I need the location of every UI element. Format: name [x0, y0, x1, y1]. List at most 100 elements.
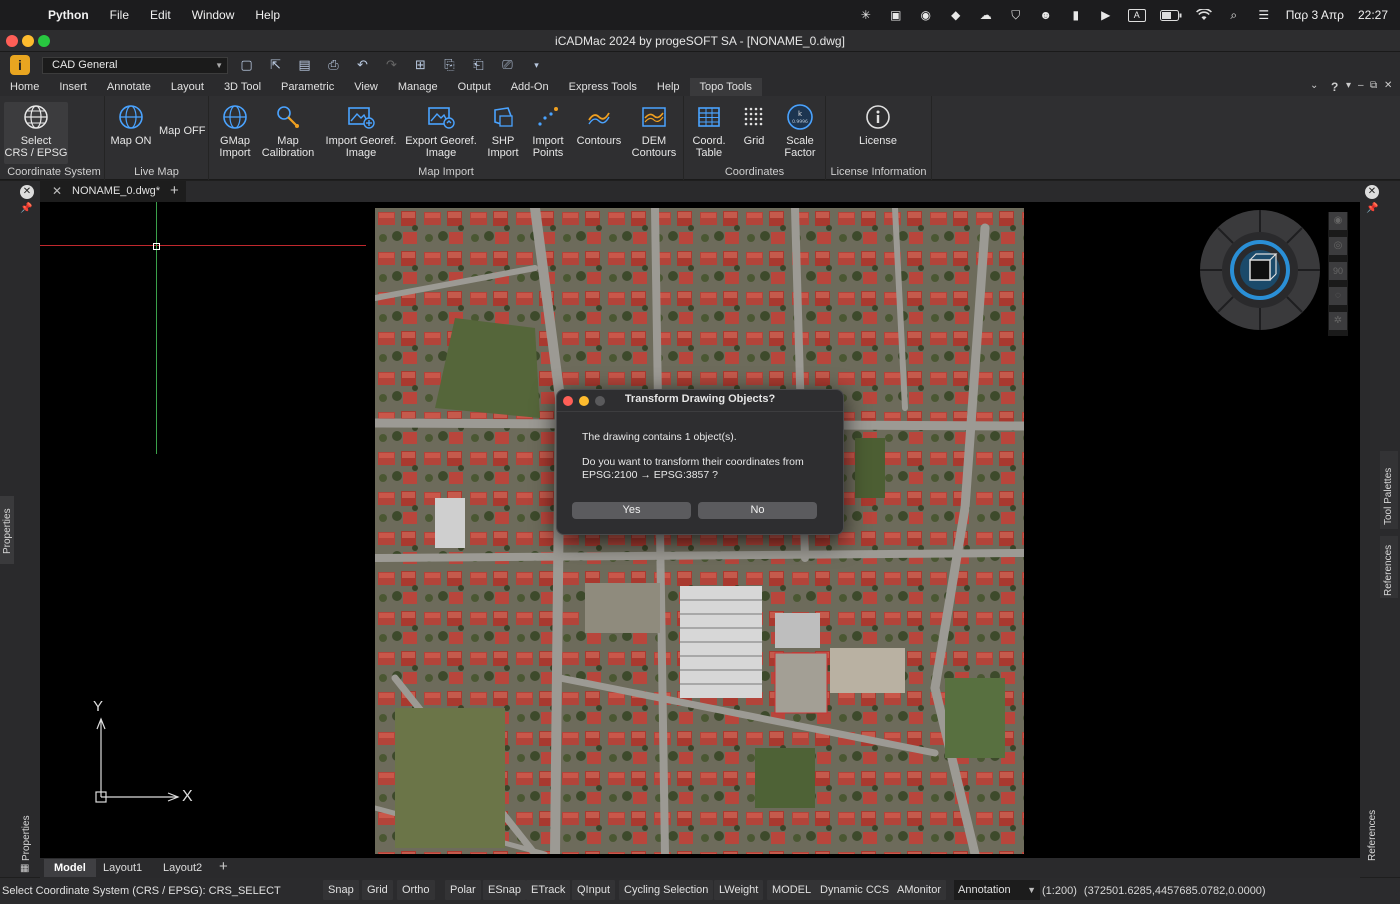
tab-insert[interactable]: Insert — [49, 78, 97, 96]
workspace-dropdown[interactable]: CAD General ▼ — [42, 57, 228, 74]
menu-app-name[interactable]: Python — [48, 8, 89, 22]
import-points-button[interactable]: Import Points — [527, 102, 569, 159]
yes-button[interactable]: Yes — [572, 502, 691, 519]
menubar-date[interactable]: Παρ 3 Απρ — [1286, 8, 1344, 22]
status-grid-button[interactable]: Grid — [362, 880, 393, 900]
new-tab-plus-icon[interactable]: + — [170, 181, 179, 201]
navigation-wheel[interactable] — [1198, 208, 1322, 332]
tab-add-on[interactable]: Add-On — [501, 78, 559, 96]
new-file-icon[interactable]: ▢ — [236, 56, 257, 74]
status-etrack-button[interactable]: ETrack — [526, 880, 571, 900]
help-dropdown-icon[interactable]: ▾ — [1346, 80, 1351, 91]
annotation-scale-dropdown[interactable]: Annotation ▼ — [954, 880, 1040, 900]
search-icon[interactable]: ⌕ — [1226, 8, 1242, 22]
status-qinput-button[interactable]: QInput — [572, 880, 616, 900]
select-crs-button[interactable]: Select CRS / EPSG — [4, 102, 68, 164]
tab-topo-tools[interactable]: Topo Tools — [689, 78, 762, 96]
export-georef-image-button[interactable]: Export Georef. Image — [405, 102, 477, 159]
shield-icon[interactable]: ⛉ — [1008, 8, 1024, 22]
status-polar-button[interactable]: Polar — [445, 880, 481, 900]
status-snap-button[interactable]: Snap — [323, 880, 359, 900]
customize-qat-icon[interactable]: ▾ — [526, 56, 547, 74]
status-cycling-selection-button[interactable]: Cycling Selection — [619, 880, 714, 900]
control-center-icon[interactable]: ☰ — [1256, 8, 1272, 22]
tab-annotate[interactable]: Annotate — [97, 78, 161, 96]
gmap-import-button[interactable]: GMap Import — [215, 102, 255, 159]
diamond-icon[interactable]: ◆ — [948, 8, 964, 22]
zoom-icon[interactable]: ◎ — [1329, 237, 1347, 255]
document-tab[interactable]: ✕ NONAME_0.dwg* — [40, 181, 186, 202]
rotate-90-icon[interactable]: 90 — [1329, 262, 1347, 280]
play-icon[interactable]: ▶ — [1098, 8, 1114, 22]
avatar-icon[interactable]: ☻ — [1038, 8, 1054, 22]
print-icon[interactable]: ⎙ — [323, 56, 344, 74]
battery-small-icon[interactable]: ▮ — [1068, 8, 1084, 22]
references-bottom-tab[interactable]: References — [1364, 801, 1382, 871]
tab-output[interactable]: Output — [448, 78, 501, 96]
status-dynamic-ccs-button[interactable]: Dynamic CCS — [815, 880, 895, 900]
pan-icon[interactable]: ◉ — [1329, 212, 1347, 230]
add-layout-plus-icon[interactable]: + — [219, 858, 228, 875]
status-lweight-button[interactable]: LWeight — [714, 880, 764, 900]
status-model-button[interactable]: MODEL — [767, 880, 817, 900]
menu-window[interactable]: Window — [192, 8, 235, 22]
tab-layout1[interactable]: Layout1 — [93, 859, 152, 877]
orbit-icon[interactable]: ◌ — [1329, 287, 1347, 305]
right-panel-close-icon[interactable]: ✕ — [1365, 185, 1379, 199]
tab-model[interactable]: Model — [44, 859, 96, 877]
map-on-button[interactable]: Map ON — [109, 102, 153, 147]
chat-icon[interactable]: ◉ — [918, 8, 934, 22]
calculator-icon[interactable]: ▦ — [20, 863, 29, 874]
left-panel-pin-icon[interactable]: 📌 — [20, 203, 32, 214]
open-file-icon[interactable]: ⇱ — [265, 56, 286, 74]
close-doc-icon[interactable]: ✕ — [1384, 80, 1392, 91]
references-tab[interactable]: References — [1380, 536, 1398, 598]
menu-help[interactable]: Help — [255, 8, 280, 22]
status-amonitor-button[interactable]: AMonitor — [892, 880, 947, 900]
ribbon-collapse-icon[interactable]: ⌄ — [1310, 80, 1318, 91]
cloud-icon[interactable]: ☁ — [978, 8, 994, 22]
settings-gear-icon[interactable]: ✲ — [1329, 312, 1347, 330]
tab-express-tools[interactable]: Express Tools — [559, 78, 647, 96]
undo-icon[interactable]: ↶ — [352, 56, 373, 74]
tool-palettes-tab[interactable]: Tool Palettes — [1380, 451, 1398, 529]
help-icon[interactable]: ? — [1331, 80, 1338, 94]
map-off-button[interactable]: Map OFF — [159, 125, 205, 137]
coord-table-button[interactable]: Coord. Table — [690, 102, 728, 159]
match-properties-icon[interactable]: ⊞ — [410, 56, 431, 74]
menu-edit[interactable]: Edit — [150, 8, 171, 22]
grid-button[interactable]: Grid — [736, 102, 772, 147]
close-tab-icon[interactable]: ✕ — [52, 181, 62, 202]
tab-layout2[interactable]: Layout2 — [153, 859, 212, 877]
license-button[interactable]: License — [856, 102, 900, 147]
status-ortho-button[interactable]: Ortho — [397, 880, 435, 900]
redo-icon[interactable]: ↷ — [381, 56, 402, 74]
publish-icon[interactable]: ⎗ — [468, 56, 489, 74]
dem-contours-button[interactable]: DEM Contours — [629, 102, 679, 159]
shp-import-button[interactable]: SHP Import — [483, 102, 523, 159]
battery-icon[interactable] — [1159, 8, 1182, 22]
save-icon[interactable]: ▤ — [294, 56, 315, 74]
tab-3d-tool[interactable]: 3D Tool — [214, 78, 271, 96]
wifi-icon[interactable] — [1195, 8, 1212, 22]
left-panel-close-icon[interactable]: ✕ — [20, 185, 34, 199]
tab-help[interactable]: Help — [647, 78, 690, 96]
plot-icon[interactable]: ⎚ — [497, 56, 518, 74]
tab-manage[interactable]: Manage — [388, 78, 448, 96]
tab-view[interactable]: View — [344, 78, 388, 96]
input-source-icon[interactable]: A — [1127, 8, 1146, 22]
status-esnap-button[interactable]: ESnap — [483, 880, 527, 900]
screen-icon[interactable]: ▣ — [888, 8, 904, 22]
page-setup-icon[interactable]: ⎘ — [439, 56, 460, 74]
minimize-doc-icon[interactable]: – — [1358, 80, 1364, 91]
brightness-icon[interactable]: ✳ — [858, 8, 874, 22]
map-calibration-button[interactable]: Map Calibration — [259, 102, 317, 159]
tab-layout[interactable]: Layout — [161, 78, 214, 96]
no-button[interactable]: No — [698, 502, 817, 519]
contours-button[interactable]: Contours — [573, 102, 625, 147]
properties-tab[interactable]: Properties — [0, 496, 14, 564]
scale-factor-button[interactable]: k 0.9996 Scale Factor — [778, 102, 822, 159]
tab-home[interactable]: Home — [0, 78, 49, 96]
tab-parametric[interactable]: Parametric — [271, 78, 344, 96]
restore-doc-icon[interactable]: ⧉ — [1370, 80, 1377, 91]
